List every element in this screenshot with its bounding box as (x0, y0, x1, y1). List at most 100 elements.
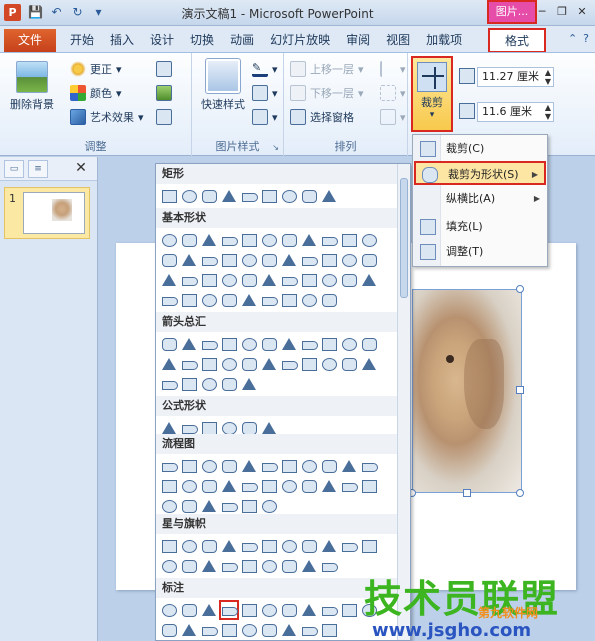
shape-option[interactable] (300, 335, 318, 353)
shape-option[interactable] (200, 271, 218, 289)
shape-option[interactable] (320, 291, 338, 309)
shape-option[interactable] (160, 271, 178, 289)
shape-option[interactable] (300, 187, 318, 205)
shape-option[interactable] (240, 291, 258, 309)
shape-option[interactable] (240, 271, 258, 289)
shape-option[interactable] (320, 601, 338, 619)
width-field[interactable]: 11.6 厘米 ▲ ▼ (477, 102, 554, 122)
shape-option[interactable] (220, 375, 238, 393)
shape-option[interactable] (300, 271, 318, 289)
shape-option[interactable] (260, 477, 278, 495)
shape-option[interactable] (200, 231, 218, 249)
shape-option[interactable] (240, 537, 258, 555)
shape-option[interactable] (260, 335, 278, 353)
tab-transitions[interactable]: 切换 (182, 29, 222, 52)
shape-option[interactable] (160, 335, 178, 353)
compress-pictures-button[interactable] (156, 61, 172, 77)
menu-item-fit[interactable]: 调整(T) (414, 240, 546, 264)
shape-option[interactable] (200, 537, 218, 555)
shape-option[interactable] (240, 335, 258, 353)
shape-option[interactable] (300, 355, 318, 373)
shape-option[interactable] (340, 335, 358, 353)
corrections-button[interactable]: 更正 ▾ (70, 61, 122, 77)
shape-option[interactable] (300, 251, 318, 269)
shape-option[interactable] (200, 477, 218, 495)
shape-option[interactable] (200, 557, 218, 575)
shape-option[interactable] (320, 231, 338, 249)
shape-option[interactable] (340, 477, 358, 495)
shape-option[interactable] (160, 537, 178, 555)
slides-tab-icon[interactable]: ▭ (4, 159, 24, 178)
shape-option[interactable] (260, 621, 278, 639)
shape-option[interactable] (320, 355, 338, 373)
shape-option[interactable] (220, 291, 238, 309)
artistic-effects-button[interactable]: 艺术效果 ▾ (70, 109, 144, 125)
shape-option[interactable] (320, 457, 338, 475)
menu-item-crop[interactable]: 裁剪(C) (414, 137, 546, 161)
menu-item-crop-to-shape[interactable]: 裁剪为形状(S) ▶ (414, 161, 546, 185)
tab-review[interactable]: 审阅 (338, 29, 378, 52)
shape-option[interactable] (300, 621, 318, 639)
shape-option[interactable] (219, 600, 239, 620)
shape-option[interactable] (280, 477, 298, 495)
shape-option[interactable] (260, 251, 278, 269)
crop-button[interactable]: 裁剪 ▾ (411, 56, 453, 132)
shape-option[interactable] (160, 291, 178, 309)
shape-option[interactable] (180, 375, 198, 393)
scroll-thumb[interactable] (400, 178, 408, 298)
outline-tab-icon[interactable]: ≡ (28, 159, 48, 178)
shape-option[interactable] (160, 355, 178, 373)
shape-option[interactable] (300, 557, 318, 575)
shape-option[interactable] (300, 291, 318, 309)
shape-option[interactable] (340, 537, 358, 555)
shape-option[interactable] (220, 477, 238, 495)
menu-item-aspect-ratio[interactable]: 纵横比(A) ▶ (414, 187, 546, 211)
shape-option[interactable] (280, 457, 298, 475)
spinner-icon[interactable]: ▲ ▼ (545, 68, 551, 86)
spinner-icon[interactable]: ▲ ▼ (545, 103, 551, 121)
shape-option[interactable] (260, 537, 278, 555)
shape-option[interactable] (320, 537, 338, 555)
shape-option[interactable] (160, 231, 178, 249)
tab-animations[interactable]: 动画 (222, 29, 262, 52)
shape-option[interactable] (320, 335, 338, 353)
group-button[interactable]: ▾ (380, 85, 406, 101)
shape-option[interactable] (320, 477, 338, 495)
shape-option[interactable] (160, 497, 178, 515)
shape-option[interactable] (260, 271, 278, 289)
shape-option[interactable] (200, 335, 218, 353)
shape-option[interactable] (160, 621, 178, 639)
shape-option[interactable] (340, 231, 358, 249)
shape-option[interactable] (320, 621, 338, 639)
shape-option[interactable] (200, 355, 218, 373)
shape-option[interactable] (180, 497, 198, 515)
resize-handle[interactable] (516, 489, 524, 497)
shape-option[interactable] (280, 557, 298, 575)
minimize-icon[interactable]: ─ (535, 5, 549, 19)
shape-option[interactable] (220, 187, 238, 205)
tab-slideshow[interactable]: 幻灯片放映 (262, 29, 338, 52)
shape-option[interactable] (260, 457, 278, 475)
tab-insert[interactable]: 插入 (102, 29, 142, 52)
picture-layout-button[interactable]: ▾ (252, 109, 278, 125)
close-icon[interactable]: ✕ (575, 5, 589, 19)
shape-option[interactable] (200, 457, 218, 475)
shape-option[interactable] (180, 187, 198, 205)
shape-option[interactable] (240, 375, 258, 393)
shape-option[interactable] (260, 231, 278, 249)
shape-option[interactable] (360, 355, 378, 373)
shape-option[interactable] (260, 497, 278, 515)
selection-pane-button[interactable]: 选择窗格 (290, 109, 354, 125)
shape-option[interactable] (360, 457, 378, 475)
color-button[interactable]: 颜色 ▾ (70, 85, 122, 101)
shape-option[interactable] (180, 537, 198, 555)
shape-option[interactable] (180, 355, 198, 373)
bring-forward-button[interactable]: 上移一层 ▾ (290, 61, 364, 77)
shape-option[interactable] (240, 231, 258, 249)
shape-option[interactable] (220, 231, 238, 249)
shape-option[interactable] (160, 557, 178, 575)
shape-option[interactable] (180, 621, 198, 639)
tab-home[interactable]: 开始 (62, 29, 102, 52)
change-picture-button[interactable] (156, 85, 172, 101)
shape-option[interactable] (220, 355, 238, 373)
